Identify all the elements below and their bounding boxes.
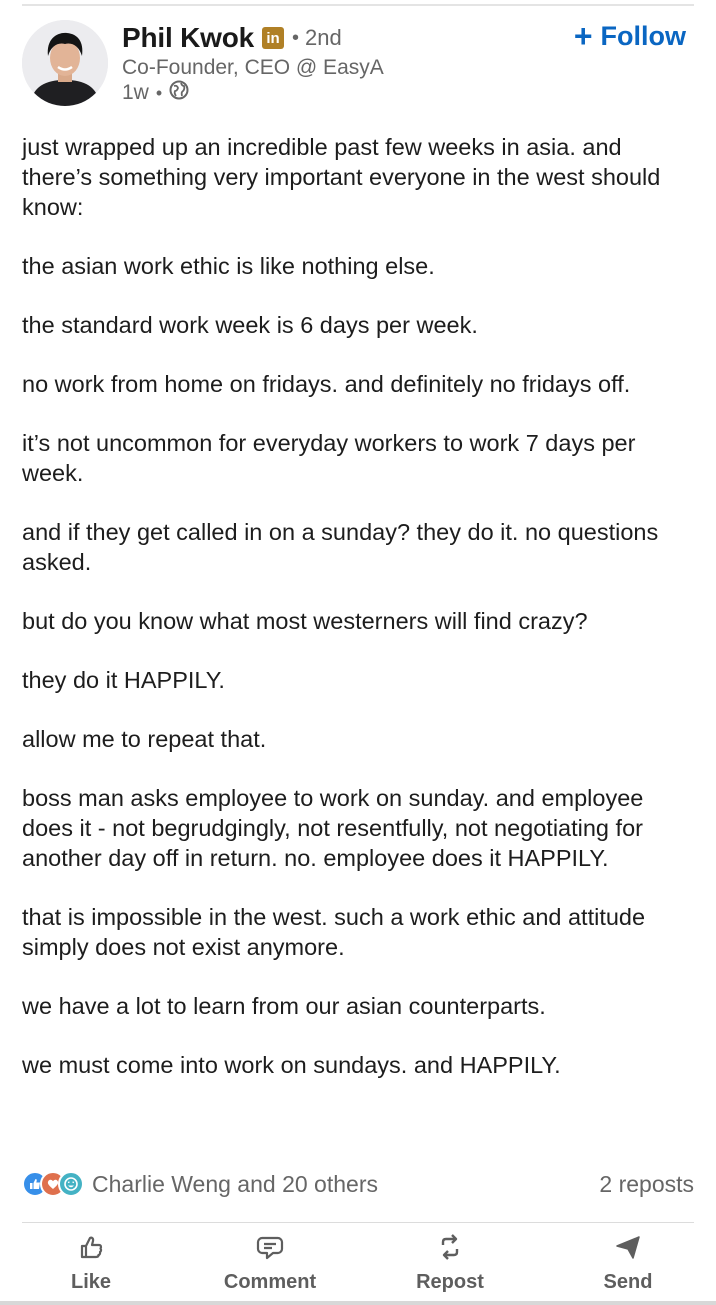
social-counts: Charlie Weng and 20 others 2 reposts xyxy=(22,1166,694,1202)
plus-icon: + xyxy=(573,18,593,54)
post-paragraph: the standard work week is 6 days per wee… xyxy=(22,312,478,338)
funny-reaction-icon xyxy=(58,1171,84,1197)
like-label: Like xyxy=(70,1271,112,1293)
follow-label: Follow xyxy=(600,20,686,51)
post-paragraph: the asian work ethic is like nothing els… xyxy=(22,253,435,279)
post-paragraph: they do it HAPPILY. xyxy=(22,667,225,693)
repost-button[interactable]: Repost xyxy=(380,1232,520,1296)
repost-label: Repost xyxy=(416,1271,484,1293)
post-paragraph: just wrapped up an incredible past few w… xyxy=(22,134,661,220)
globe-icon xyxy=(169,80,189,106)
reposts-count[interactable]: 2 reposts xyxy=(599,1171,694,1198)
comment-label: Comment xyxy=(223,1271,317,1293)
action-bar: Like Comment Repost Send xyxy=(0,1232,716,1296)
post-paragraph: boss man asks employee to work on sunday… xyxy=(22,785,644,871)
author-name[interactable]: Phil Kwok xyxy=(122,22,254,54)
post-paragraph: it’s not uncommon for everyday workers t… xyxy=(22,430,636,486)
send-button[interactable]: Send xyxy=(558,1232,698,1296)
reaction-icons[interactable] xyxy=(22,1171,84,1197)
post-paragraph: allow me to repeat that. xyxy=(22,726,267,752)
connection-degree: 2nd xyxy=(305,25,342,50)
repost-arrows-icon xyxy=(435,1232,465,1267)
post-meta: 1w • xyxy=(122,80,189,106)
send-label: Send xyxy=(603,1271,653,1293)
top-divider xyxy=(22,4,694,6)
follow-button[interactable]: + Follow xyxy=(574,20,686,52)
thumbs-up-icon xyxy=(76,1232,106,1267)
like-button[interactable]: Like xyxy=(21,1232,161,1296)
post-paragraph: we have a lot to learn from our asian co… xyxy=(22,993,546,1019)
comment-bubble-icon xyxy=(255,1232,285,1267)
paper-plane-icon xyxy=(613,1232,643,1267)
linkedin-post: Phil Kwok in • 2nd Co-Founder, CEO @ Eas… xyxy=(0,0,716,1305)
separator-dot: • xyxy=(292,26,300,49)
post-time: 1w xyxy=(122,81,149,104)
author-headline: Co-Founder, CEO @ EasyA xyxy=(122,56,384,79)
post-paragraph: we must come into work on sundays. and H… xyxy=(22,1052,561,1078)
reactors-text[interactable]: Charlie Weng and 20 others xyxy=(92,1171,378,1198)
linkedin-premium-icon: in xyxy=(262,27,284,49)
post-paragraph: but do you know what most westerners wil… xyxy=(22,608,588,634)
avatar[interactable] xyxy=(22,20,108,106)
post-paragraph: no work from home on fridays. and defini… xyxy=(22,371,631,397)
author-name-row: Phil Kwok in • 2nd xyxy=(122,22,342,54)
post-text: just wrapped up an incredible past few w… xyxy=(22,132,694,1080)
post-paragraph: that is impossible in the west. such a w… xyxy=(22,904,646,960)
post-paragraph: and if they get called in on a sunday? t… xyxy=(22,519,659,575)
comment-button[interactable]: Comment xyxy=(200,1232,340,1296)
bottom-divider xyxy=(0,1301,716,1305)
separator-dot: • xyxy=(155,82,163,103)
action-divider xyxy=(22,1222,694,1223)
